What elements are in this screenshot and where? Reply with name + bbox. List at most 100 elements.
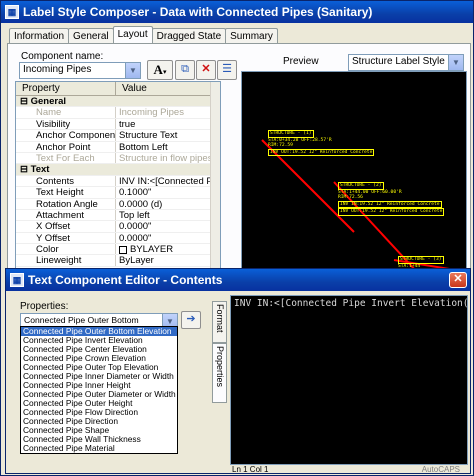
property-value[interactable]: ByLayer [116,255,220,265]
property-name-text: Text [30,164,50,175]
property-value[interactable]: Bottom Left [116,142,220,152]
grid-row[interactable]: Lineweight ByLayer [16,255,220,267]
list-item[interactable]: Connected Pipe Center Elevation [21,345,177,354]
property-name-text: Text Height [36,187,84,198]
list-item[interactable]: Connected Pipe Invert Elevation [21,336,177,345]
grid-category[interactable]: ⊟ General [16,96,220,108]
property-value [116,164,220,174]
property-value[interactable]: true [116,119,220,129]
composer-title: Label Style Composer - Data with Connect… [23,5,373,19]
grid-row[interactable]: Text Height 0.1000" [16,187,220,199]
delete-component-button[interactable]: ✕ [196,60,216,80]
property-value-text: Incoming Pipes [119,107,184,118]
text-component-button[interactable]: A▾ [147,60,173,80]
property-name: Name [16,107,116,118]
tab-dragged-state[interactable]: Dragged State [151,28,227,43]
list-item[interactable]: Connected Pipe Wall Thickness [21,435,177,444]
editor-titlebar[interactable]: ▦ Text Component Editor - Contents [6,269,470,291]
collapse-icon[interactable]: ⊟ [20,164,31,174]
grid-row[interactable]: Text For Each Structure in flow pipes [16,152,220,165]
insert-property-button[interactable]: ➔ [181,311,201,329]
list-item[interactable]: Connected Pipe Inner Height [21,381,177,390]
grid-row[interactable]: Visibility true [16,118,220,131]
autocaps-indicator: AutoCAPS [421,465,460,474]
grid-category[interactable]: ⊟ Text [16,164,220,176]
component-name-select[interactable]: Incoming Pipes ▼ [19,62,141,79]
property-name: Anchor Component [16,130,116,141]
property-value[interactable]: 0.0000" [116,233,220,243]
grid-rows: ⊟ General Name Incoming Pipes Visibility tru… [16,96,220,267]
property-name-text: Lineweight [36,255,82,266]
property-name-text: Contents [36,175,75,187]
chevron-down-icon: ▼ [125,63,140,78]
grid-row[interactable]: X Offset 0.0000" [16,221,220,233]
property-name: Anchor Point [16,141,116,152]
list-item[interactable]: Connected Pipe Shape [21,426,177,435]
property-name-text: Anchor Point [36,141,91,152]
property-name: Rotation Angle [16,198,116,209]
content-text-editor[interactable]: INV IN:<[Connected Pipe Invert Elevation… [230,295,468,465]
property-name-text: Anchor Component [36,130,116,141]
list-item[interactable]: Connected Pipe Outer Diameter or Width [21,390,177,399]
property-value[interactable]: 0.0000" [116,221,220,231]
property-value[interactable]: 0.0000 (d) [116,199,220,209]
tab-format-label: Format [215,304,225,333]
editor-title: Text Component Editor - Contents [28,273,223,287]
grid-row[interactable]: Color BYLAYER [16,244,220,256]
property-value-text: BYLAYER [130,244,174,255]
preview-style-select[interactable]: Structure Label Style ▼ [348,54,464,71]
grid-row[interactable]: Anchor Point Bottom Left [16,141,220,153]
list-item[interactable]: Connected Pipe Outer Top Elevation [21,363,177,372]
property-value-text: INV IN:<[Connected Pi... [119,175,220,187]
property-value: Incoming Pipes [116,107,220,117]
property-value [116,96,220,106]
property-name-text: Y Offset [36,232,70,244]
app-icon: ▦ [5,5,19,19]
tab-properties-label: Properties [215,346,225,388]
tab-format[interactable]: Format [212,301,227,343]
tab-summary[interactable]: Summary [225,28,278,43]
editor-side-tabs: Format Properties [211,297,229,473]
list-item[interactable]: Connected Pipe Direction [21,417,177,426]
structure-3-title: STRUCTURE - (3) [398,256,444,264]
grid-scrollbar[interactable] [210,82,220,270]
grid-row[interactable]: Y Offset 0.0000" [16,232,220,245]
list-item[interactable]: Connected Pipe Outer Height [21,399,177,408]
tab-information[interactable]: Information [9,28,70,43]
color-swatch [119,245,127,254]
property-value[interactable]: INV IN:<[Connected Pi... [116,176,220,186]
component-order-button[interactable]: ☰ [217,60,237,80]
property-value[interactable]: 0.1000" [116,187,220,197]
tab-layout[interactable]: Layout [112,26,153,43]
tab-general[interactable]: General [68,28,114,43]
composer-titlebar[interactable]: ▦ Label Style Composer - Data with Conne… [1,1,473,23]
preview-drawing[interactable]: STRUCTURE - (1) STA:0+34.28 OFF:28.57'R … [241,71,468,272]
property-name-text: Attachment [36,209,85,221]
list-item[interactable]: Connected Pipe Outer Bottom Elevation [21,327,177,336]
list-item[interactable]: Connected Pipe Material [21,444,177,453]
copy-icon: ⧉ [181,63,189,75]
property-value-text: Top left [119,209,150,221]
property-name-text: General [30,96,66,107]
list-item[interactable]: Connected Pipe Inner Diameter or Width [21,372,177,381]
grid-row[interactable]: Name Incoming Pipes [16,107,220,119]
property-value[interactable]: BYLAYER [116,244,220,254]
collapse-icon[interactable]: ⊟ [20,96,31,106]
copy-component-button[interactable]: ⧉ [175,60,195,80]
structure-2-title: STRUCTURE - (2) [338,182,384,190]
property-value[interactable]: Structure Text [116,130,220,140]
grid-row[interactable]: Anchor Component Structure Text [16,130,220,142]
property-name: Color [16,244,116,255]
property-value[interactable]: Top left [116,210,220,220]
properties-dropdown-list[interactable]: Connected Pipe Outer Bottom Elevation Con… [20,326,178,454]
list-order-icon: ☰ [222,63,232,75]
close-button[interactable]: ✕ [449,272,467,288]
list-item[interactable]: Connected Pipe Crown Elevation [21,354,177,363]
property-name: Text For Each [16,152,116,164]
grid-row[interactable]: Rotation Angle 0.0000 (d) [16,198,220,210]
list-item[interactable]: Connected Pipe Flow Direction [21,408,177,417]
grid-row[interactable]: Attachment Top left [16,209,220,222]
tab-properties[interactable]: Properties [212,343,227,403]
grid-row[interactable]: Contents INV IN:<[Connected Pi... [16,175,220,188]
property-name-text: X Offset [36,221,71,232]
